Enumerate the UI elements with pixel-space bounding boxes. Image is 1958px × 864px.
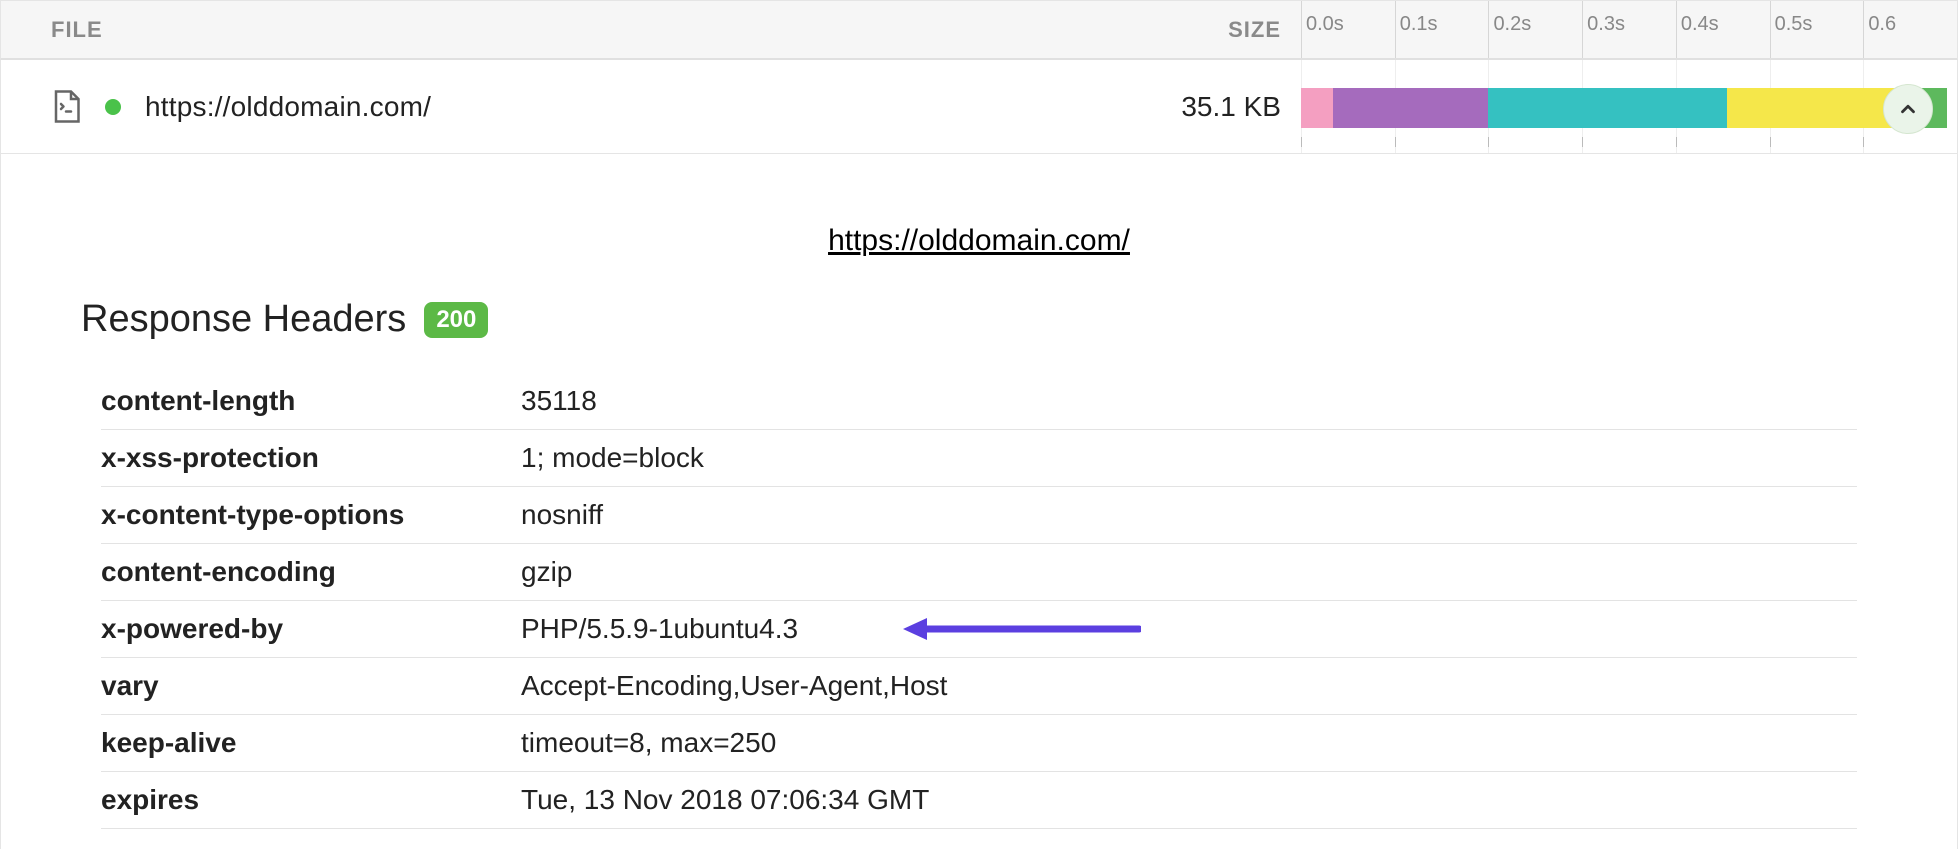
header-value: gzip <box>521 556 1857 588</box>
time-tick: 0.5s <box>1770 1 1864 58</box>
header-row: x-content-type-optionsnosniff <box>101 487 1857 544</box>
header-key: x-powered-by <box>101 613 521 645</box>
waterfall-segment <box>1727 88 1908 128</box>
response-headers-title: Response Headers 200 <box>81 298 1877 341</box>
detail-panel: https://olddomain.com/ Response Headers … <box>0 154 1958 849</box>
header-key: vary <box>101 670 521 702</box>
header-key: expires <box>101 784 521 816</box>
waterfall-segment <box>1488 88 1727 128</box>
header-key: x-content-type-options <box>101 499 521 531</box>
waterfall-segment <box>1301 88 1333 128</box>
table-header: FILE SIZE 0.0s0.1s0.2s0.3s0.4s0.5s0.6 <box>0 0 1958 60</box>
header-value: PHP/5.5.9-1ubuntu4.3 <box>521 613 1857 645</box>
time-tick: 0.6 <box>1863 1 1957 58</box>
waterfall-bar <box>1301 88 1947 128</box>
header-row: x-powered-byPHP/5.5.9-1ubuntu4.3 <box>101 601 1857 658</box>
chevron-up-icon <box>1897 98 1919 120</box>
header-key: keep-alive <box>101 727 521 759</box>
header-key: x-xss-protection <box>101 442 521 474</box>
section-title-text: Response Headers <box>81 298 406 341</box>
waterfall-segment <box>1333 88 1488 128</box>
status-dot-icon <box>105 99 121 115</box>
header-value: Accept-Encoding,User-Agent,Host <box>521 670 1857 702</box>
header-row: content-length35118 <box>101 373 1857 430</box>
header-value: nosniff <box>521 499 1857 531</box>
detail-url-link[interactable]: https://olddomain.com/ <box>828 224 1130 257</box>
request-size: 35.1 KB <box>1081 91 1301 123</box>
header-row: x-xss-protection1; mode=block <box>101 430 1857 487</box>
file-html-icon <box>51 89 81 125</box>
time-tick: 0.3s <box>1582 1 1676 58</box>
column-timeline: 0.0s0.1s0.2s0.3s0.4s0.5s0.6 <box>1301 1 1957 58</box>
headers-table: content-length35118x-xss-protection1; mo… <box>101 373 1857 829</box>
header-key: content-encoding <box>101 556 521 588</box>
header-value: Tue, 13 Nov 2018 07:06:34 GMT <box>521 784 1857 816</box>
collapse-button[interactable] <box>1883 84 1933 134</box>
request-row[interactable]: https://olddomain.com/ 35.1 KB <box>0 60 1958 154</box>
header-value: timeout=8, max=250 <box>521 727 1857 759</box>
time-tick: 0.2s <box>1488 1 1582 58</box>
request-url: https://olddomain.com/ <box>145 91 431 123</box>
header-value: 35118 <box>521 385 1857 417</box>
header-value: 1; mode=block <box>521 442 1857 474</box>
time-tick: 0.0s <box>1301 1 1395 58</box>
column-size-label: SIZE <box>1081 17 1301 43</box>
header-row: varyAccept-Encoding,User-Agent,Host <box>101 658 1857 715</box>
header-row: expiresTue, 13 Nov 2018 07:06:34 GMT <box>101 772 1857 829</box>
time-tick: 0.1s <box>1395 1 1489 58</box>
column-file-label: FILE <box>1 17 1081 43</box>
status-badge: 200 <box>424 302 488 338</box>
header-row: keep-alivetimeout=8, max=250 <box>101 715 1857 772</box>
header-row: content-encodinggzip <box>101 544 1857 601</box>
time-tick: 0.4s <box>1676 1 1770 58</box>
header-key: content-length <box>101 385 521 417</box>
